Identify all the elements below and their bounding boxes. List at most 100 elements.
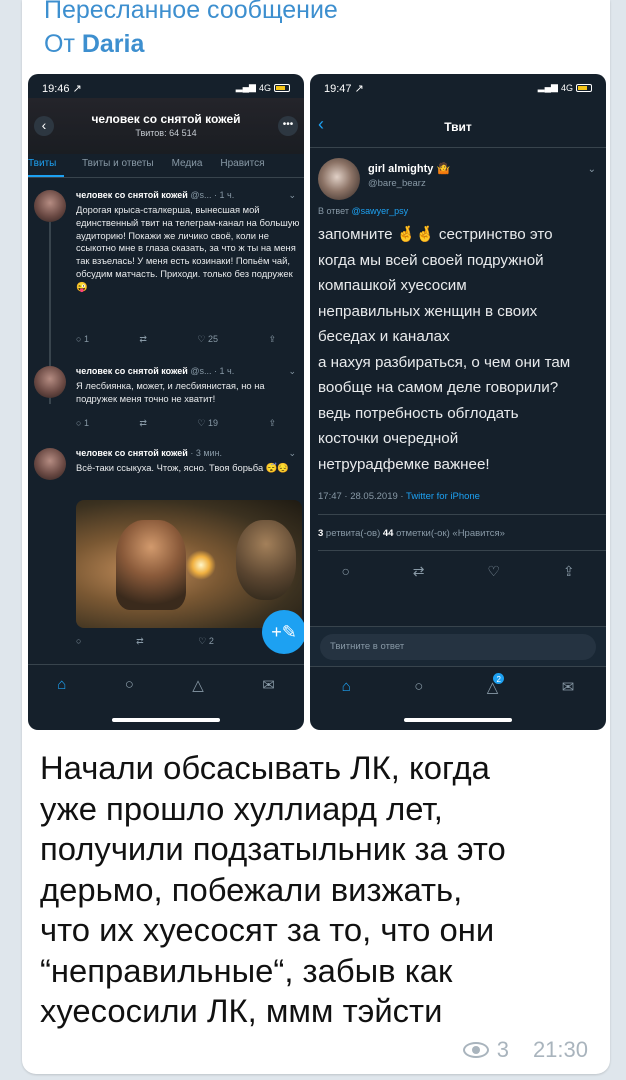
tab-tweets-replies: Твиты и ответы	[82, 158, 154, 169]
retweet-icon: ⇄	[139, 418, 147, 428]
reply-prefix: В ответ	[318, 206, 352, 216]
home-icon: ⌂	[341, 678, 351, 695]
author-handle: @bare_bearz	[368, 178, 426, 189]
tweet-actions: ○ ⇄ ♡ 2 ⇪	[76, 636, 276, 647]
like-label: отметки(-ок) «Нравится»	[393, 528, 505, 539]
tweet-author: человек со снятой кожей	[76, 366, 188, 376]
status-indicators: ▂▄▆ 4G	[538, 82, 592, 93]
reply-input: Твитните в ответ	[320, 634, 596, 660]
reply-icon: ○ 1	[76, 418, 89, 428]
avatar	[34, 366, 66, 398]
network-label: 4G	[560, 82, 573, 93]
tweet-header: человек со снятой кожей @s... · 1 ч.	[76, 366, 234, 376]
mail-icon: ✉	[561, 678, 575, 696]
notification-badge: 2	[492, 671, 506, 685]
tweet-actions: ○ ⇄ ♡ ⇪	[310, 556, 606, 586]
status-indicators: ▂▄▆ 4G	[236, 82, 290, 93]
tweet-text: запомните 🤞🤞 сестринство это когда мы вс…	[318, 226, 571, 473]
tweet-image	[76, 500, 302, 628]
like-icon: ♡ 19	[197, 418, 218, 428]
like-count: 44	[382, 528, 394, 539]
tweet-meta: @s... · 1 ч.	[190, 366, 235, 376]
signal-icon: ▂▄▆	[537, 82, 558, 92]
screenshot-profile[interactable]: 19:46 ↗ ▂▄▆ 4G ‹ человек со снятой кожей …	[28, 74, 304, 730]
tweet-date: 17:47 · 28.05.2019 · Twitter for iPhone	[318, 491, 480, 502]
like-icon: ♡	[487, 562, 500, 579]
message-bubble[interactable]: Пересланное сообщение От Daria 19:46 ↗ ▂…	[22, 0, 610, 1074]
tweet-header: человек со снятой кожей · 3 мин.	[76, 448, 222, 458]
profile-name: человек со снятой кожей	[91, 112, 241, 126]
tweet-header: человек со снятой кожей @s... · 1 ч.	[76, 190, 234, 200]
search-icon: ○	[414, 678, 424, 695]
divider	[318, 514, 606, 515]
divider	[318, 550, 606, 551]
reply-icon: ○	[76, 636, 82, 646]
view-count: 3	[496, 1037, 509, 1062]
forwarded-from-name[interactable]: Daria	[82, 30, 145, 58]
home-indicator	[112, 718, 220, 722]
status-bar: 19:47 ↗ ▂▄▆ 4G	[310, 82, 606, 96]
tweet-author: человек со снятой кожей	[76, 448, 188, 458]
profile-tabs: Твиты Твиты и ответы Медиа Нравится	[28, 154, 304, 178]
bottom-tab-bar: ⌂ ○ △ ✉	[28, 664, 304, 704]
tweet-meta: @s... · 1 ч.	[190, 190, 235, 200]
share-icon: ⇪	[268, 418, 276, 428]
chevron-down-icon: ⌄	[288, 190, 296, 200]
blank-area	[310, 586, 606, 626]
compose-tweet-icon: +✎	[262, 610, 304, 654]
status-bar: 19:46 ↗ ▂▄▆ 4G	[28, 82, 304, 96]
retweet-icon: ⇄	[139, 334, 147, 344]
chevron-down-icon: ⌄	[587, 164, 596, 175]
reply-icon: ○	[341, 563, 350, 579]
tweet-count: Твитов: 64 514	[135, 128, 197, 138]
message-footer: 3 21:30	[462, 1037, 588, 1063]
chevron-down-icon: ⌄	[288, 366, 296, 376]
battery-icon	[274, 83, 290, 92]
tweet-text: Всё-таки ссыкуха. Чтож, ясно. Твоя борьб…	[76, 462, 290, 473]
signal-icon: ▂▄▆	[235, 82, 256, 92]
home-indicator	[404, 718, 512, 722]
home-icon: ⌂	[57, 676, 67, 693]
forwarded-from[interactable]: От Daria	[44, 30, 144, 59]
avatar	[318, 158, 360, 200]
bell-icon: △	[192, 676, 204, 694]
search-icon: ○	[124, 676, 134, 693]
tweet-text: Я лесбиянка, может, и лесбиянистая, но н…	[76, 380, 265, 404]
tweet-text: Дорогая крыса-сталкерша, вынесшая мой ед…	[76, 204, 300, 292]
forwarded-label: Пересланное сообщение	[44, 0, 338, 24]
message-time: 21:30	[532, 1037, 588, 1062]
retweet-icon: ⇄	[412, 562, 425, 579]
retweet-label: ретвита(-ов)	[323, 528, 383, 539]
avatar	[34, 448, 66, 480]
tweet-header-bar: ‹ Твит	[310, 102, 606, 148]
like-icon: ♡ 2	[198, 636, 214, 646]
tab-tweets: Твиты	[28, 154, 64, 177]
like-icon: ♡ 25	[197, 334, 218, 344]
header-title: Твит	[444, 120, 472, 134]
forwarded-from-prefix: От	[44, 30, 82, 58]
chevron-down-icon: ⌄	[288, 448, 296, 458]
eye-icon	[462, 1042, 489, 1058]
more-icon: •••	[278, 116, 298, 136]
mail-icon: ✉	[262, 676, 275, 694]
status-time: 19:46 ↗	[42, 83, 82, 95]
tweet-actions: ○ 1 ⇄ ♡ 25 ⇪	[76, 334, 276, 345]
author-name: girl almighty 🤷	[368, 163, 451, 175]
screenshot-tweet[interactable]: 19:47 ↗ ▂▄▆ 4G ‹ Твит girl almighty 🤷 @ba…	[310, 74, 606, 730]
profile-header: ‹ человек со снятой кожей Твитов: 64 514…	[28, 98, 304, 154]
tab-media: Медиа	[171, 158, 203, 169]
tweet-stats: 3 ретвита(-ов) 44 отметки(-ок) «Нравится…	[318, 528, 505, 539]
reply-compose-bar: Твитните в ответ	[310, 626, 606, 666]
reply-icon: ○ 1	[76, 334, 89, 344]
reply-handle: @sawyer_psy	[351, 206, 409, 216]
tab-likes: Нравится	[220, 158, 265, 169]
bell-icon: △ 2	[487, 671, 506, 696]
battery-icon	[576, 83, 592, 92]
share-icon: ⇪	[268, 334, 276, 344]
message-text: Начали обсасывать ЛК, когда уже прошло х…	[40, 749, 506, 1029]
reply-to: В ответ @sawyer_psy	[318, 206, 408, 216]
bottom-tab-bar: ⌂ ○ △ 2 ✉	[310, 666, 606, 706]
status-time: 19:47 ↗	[324, 83, 364, 95]
tweet-actions: ○ 1 ⇄ ♡ 19 ⇪	[76, 418, 276, 429]
tweet-author: человек со снятой кожей	[76, 190, 188, 200]
